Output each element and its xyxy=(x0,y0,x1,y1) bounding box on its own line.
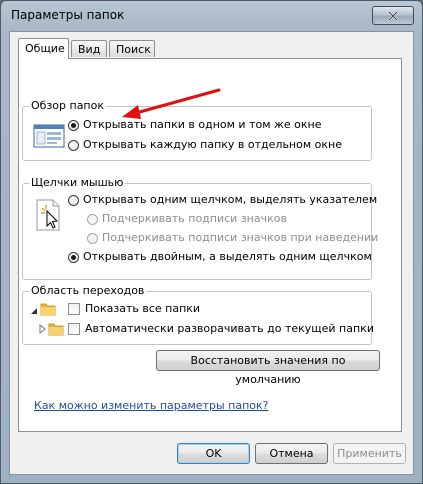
tab-view[interactable]: Вид xyxy=(71,40,107,57)
tab-general[interactable]: Общие xyxy=(18,38,69,59)
window-title: Параметры папок xyxy=(11,8,125,22)
annotation-arrow-icon xyxy=(122,88,221,119)
dialog-client-area: Общие Вид Поиск Обзор папок Открывать па… xyxy=(9,31,414,475)
title-bar[interactable]: Параметры папок xyxy=(1,1,422,31)
navigation-pane-title: Область переходов xyxy=(29,284,147,298)
radio-same-window[interactable] xyxy=(68,120,79,131)
radio-double-click[interactable] xyxy=(68,252,79,263)
radio-underline-hover[interactable] xyxy=(87,233,98,244)
mouse-clicks-group: Щелчки мышью Открывать одним щелчком, вы… xyxy=(22,176,378,280)
navigation-pane-group: Область переходов Показать все папки Авт… xyxy=(22,284,374,345)
close-icon xyxy=(388,10,398,21)
folder-options-dialog: Параметры папок Общие Вид Поиск Обзор па… xyxy=(0,0,423,484)
folder-icon xyxy=(40,303,56,316)
radio-single-click[interactable] xyxy=(68,195,79,206)
radio-double-click-label[interactable]: Открывать двойным, а выделять одним щелч… xyxy=(83,250,372,264)
radio-underline-always[interactable] xyxy=(87,214,98,225)
collapsed-arrow-icon xyxy=(39,324,46,334)
checkbox-show-all-folders[interactable] xyxy=(68,303,80,315)
browse-folders-title: Обзор папок xyxy=(29,99,106,113)
restore-defaults-button[interactable]: Восстановить значения по умолчанию xyxy=(156,350,380,386)
radio-single-click-label[interactable]: Открывать одним щелчком, выделять указат… xyxy=(83,193,377,207)
help-link[interactable]: Как можно изменить параметры папок? xyxy=(34,399,268,412)
close-button[interactable] xyxy=(372,6,414,25)
mouse-clicks-title: Щелчки мышью xyxy=(29,176,126,190)
tab-search[interactable]: Поиск xyxy=(109,40,155,57)
radio-underline-always-label: Подчеркивать подписи значков xyxy=(102,212,287,225)
checkbox-show-all-folders-label[interactable]: Показать все папки xyxy=(85,302,200,316)
ok-button[interactable]: OK xyxy=(177,443,250,464)
window-layout-icon xyxy=(33,124,65,148)
radio-separate-window[interactable] xyxy=(68,140,79,151)
click-cursor-icon xyxy=(36,199,60,231)
radio-underline-hover-label: Подчеркивать подписи значков при наведен… xyxy=(102,231,379,244)
checkbox-auto-expand-label[interactable]: Автоматически разворачивать до текущей п… xyxy=(85,322,374,336)
expanded-arrow-icon xyxy=(31,308,37,314)
radio-separate-window-label[interactable]: Открывать каждую папку в отдельном окне xyxy=(83,138,342,152)
apply-button[interactable]: Применить xyxy=(333,443,406,464)
checkbox-auto-expand[interactable] xyxy=(68,323,80,335)
cancel-button[interactable]: Отмена xyxy=(255,443,328,464)
general-tab-panel: Обзор папок Открывать папки в одном и то… xyxy=(18,58,402,432)
folder-icon xyxy=(48,323,64,336)
